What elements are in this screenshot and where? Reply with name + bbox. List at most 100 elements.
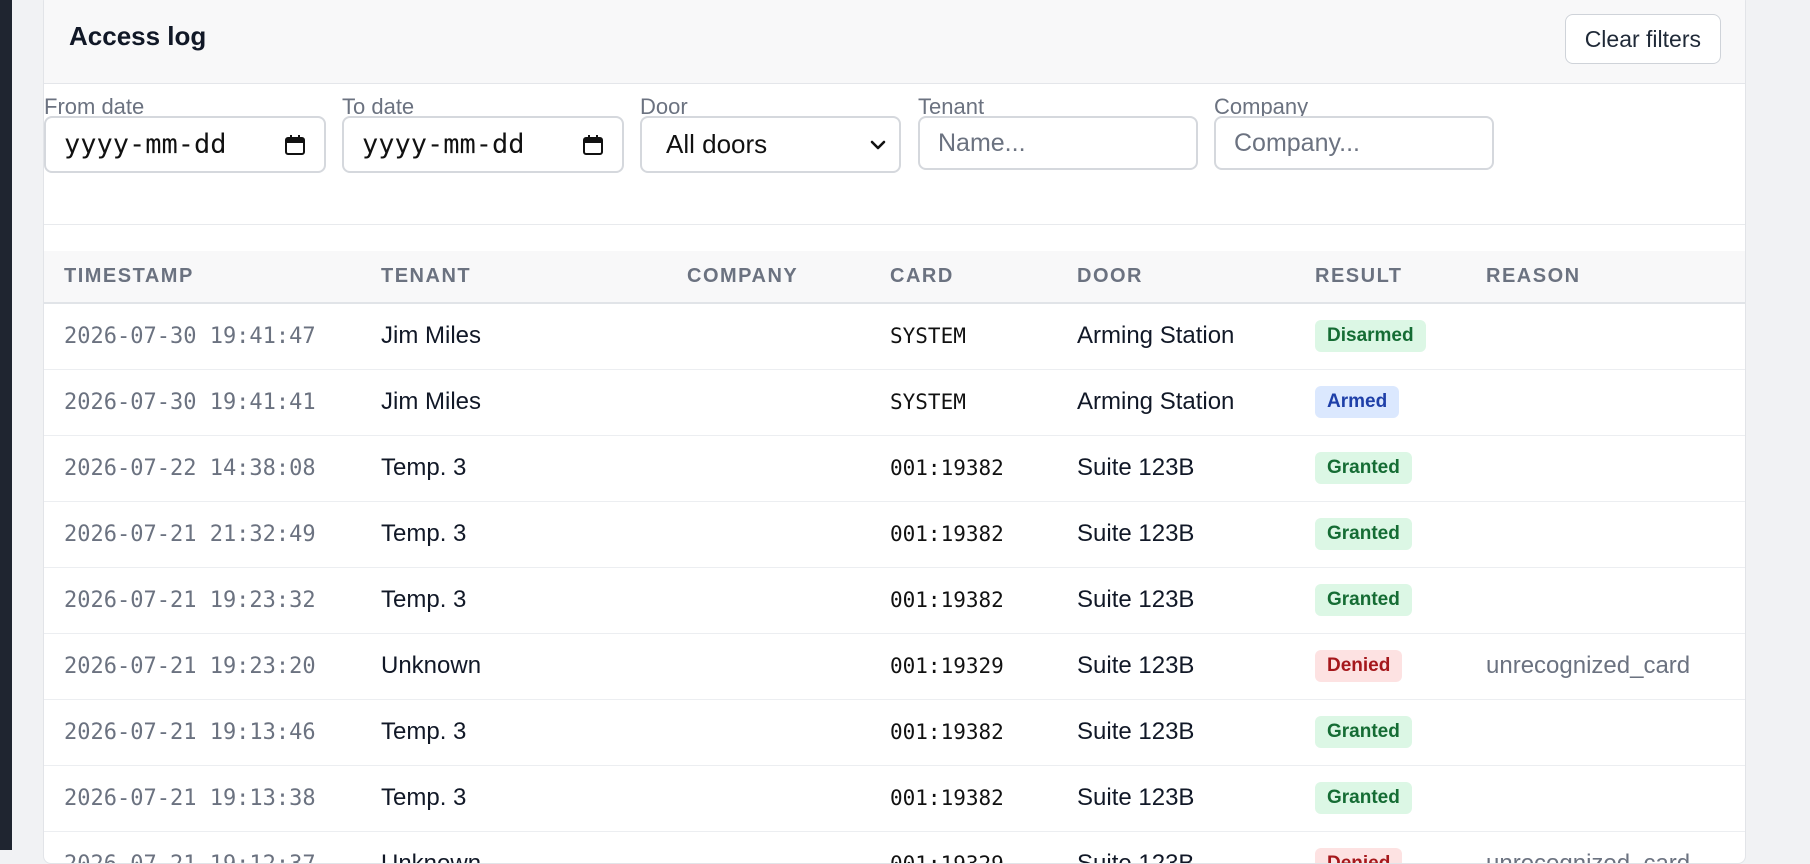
door-cell: Suite 123B [1077,718,1195,745]
page-title: Access log [69,21,207,51]
timestamp-cell: 2026-07-21 19:13:38 [64,785,316,811]
result-cell: Disarmed [1315,303,1486,369]
status-badge: Granted [1315,716,1412,748]
company-cell [687,831,890,863]
calendar-icon[interactable] [582,134,604,156]
company-cell [687,501,890,567]
tenant-cell: Temp. 3 [381,586,467,613]
timestamp-cell: 2026-07-30 19:41:47 [64,323,316,349]
company-cell [687,303,890,369]
column-header-result[interactable]: RESULT [1315,251,1486,303]
status-badge: Armed [1315,386,1400,418]
table-row[interactable]: 2026-07-21 19:23:20 Unknown 001:19329 Su… [44,633,1745,699]
tenant-cell: Temp. 3 [381,718,467,745]
company-cell [687,765,890,831]
tenant-cell: Temp. 3 [381,454,467,481]
door-cell: Arming Station [1077,322,1235,350]
result-cell: Granted [1315,699,1486,765]
result-cell: Denied [1315,633,1486,699]
status-badge: Granted [1315,782,1412,814]
column-header-timestamp[interactable]: TIMESTAMP [44,251,381,303]
access-log-table: TIMESTAMP TENANT COMPANY CARD DOOR RESUL… [44,251,1745,864]
door-cell: Suite 123B [1077,784,1195,811]
timestamp-cell: 2026-07-21 21:32:49 [64,521,316,547]
timestamp-cell: 2026-07-22 14:38:08 [64,455,316,481]
tenant-field[interactable] [918,116,1198,170]
table-row[interactable]: 2026-07-30 19:41:47 Jim Miles SYSTEM Arm… [44,303,1745,369]
card-cell: 001:19329 [890,654,1004,678]
calendar-icon[interactable] [284,134,306,156]
from-date-placeholder: yyyy-mm-dd [64,129,227,160]
column-header-door[interactable]: DOOR [1077,251,1315,303]
status-badge: Granted [1315,452,1412,484]
result-cell: Granted [1315,765,1486,831]
card-cell: SYSTEM [890,390,966,414]
reason-cell [1486,435,1745,501]
column-header-card[interactable]: CARD [890,251,1077,303]
result-cell: Armed [1315,369,1486,435]
status-badge: Disarmed [1315,320,1426,353]
clear-filters-button[interactable]: Clear filters [1564,14,1721,64]
company-field[interactable] [1214,116,1494,170]
company-input[interactable] [1232,127,1476,159]
company-cell [687,369,890,435]
door-cell: Suite 123B [1077,586,1195,613]
access-log-panel: Access log Clear filters From date yyyy-… [43,0,1746,864]
timestamp-cell: 2026-07-30 19:41:41 [64,389,316,415]
reason-cell [1486,699,1745,765]
company-cell [687,633,890,699]
table-row[interactable]: 2026-07-21 19:23:32 Temp. 3 001:19382 Su… [44,567,1745,633]
chevron-down-icon [870,140,886,149]
door-select[interactable]: All doors [640,116,901,173]
to-date-placeholder: yyyy-mm-dd [362,129,525,160]
card-cell: 001:19382 [890,522,1004,546]
table-row[interactable]: 2026-07-21 21:32:49 Temp. 3 001:19382 Su… [44,501,1745,567]
column-header-tenant[interactable]: TENANT [381,251,687,303]
table-row[interactable]: 2026-07-21 19:13:38 Temp. 3 001:19382 Su… [44,765,1745,831]
door-cell: Suite 123B [1077,454,1195,481]
filters-bar: From date yyyy-mm-dd To date yyyy-mm-dd [44,84,1745,202]
table-row[interactable]: 2026-07-21 19:12:37 Unknown 001:19329 Su… [44,831,1745,864]
table-body: 2026-07-30 19:41:47 Jim Miles SYSTEM Arm… [44,303,1745,864]
table-row[interactable]: 2026-07-30 19:41:41 Jim Miles SYSTEM Arm… [44,369,1745,435]
tenant-cell: Unknown [381,850,482,864]
timestamp-cell: 2026-07-21 19:12:37 [64,851,316,864]
door-selected-value: All doors [666,129,768,159]
from-date-input[interactable]: yyyy-mm-dd [44,116,326,173]
door-cell: Suite 123B [1077,520,1195,547]
column-header-reason[interactable]: REASON [1486,251,1745,303]
to-date-input[interactable]: yyyy-mm-dd [342,116,624,173]
timestamp-cell: 2026-07-21 19:23:32 [64,587,316,613]
tenant-cell: Temp. 3 [381,520,467,547]
door-cell: Arming Station [1077,388,1235,415]
company-cell [687,699,890,765]
table-row[interactable]: 2026-07-21 19:13:46 Temp. 3 001:19382 Su… [44,699,1745,765]
card-cell: 001:19382 [890,588,1004,612]
reason-cell: unrecognized_card [1486,850,1691,864]
result-cell: Granted [1315,567,1486,633]
company-cell [687,435,890,501]
door-cell: Suite 123B [1077,850,1195,864]
table-row[interactable]: 2026-07-22 14:38:08 Temp. 3 001:19382 Su… [44,435,1745,501]
card-cell: SYSTEM [890,324,966,349]
tenant-cell: Temp. 3 [381,784,467,811]
status-badge: Granted [1315,584,1412,616]
filters-divider [44,224,1745,225]
status-badge: Denied [1315,650,1403,682]
card-cell: 001:19382 [890,456,1004,480]
status-badge: Granted [1315,518,1412,550]
timestamp-cell: 2026-07-21 19:23:20 [64,653,316,679]
tenant-input[interactable] [936,127,1180,159]
result-cell: Granted [1315,435,1486,501]
status-badge: Denied [1315,848,1403,863]
result-cell: Granted [1315,501,1486,567]
card-cell: 001:19382 [890,786,1004,810]
column-header-company[interactable]: COMPANY [687,251,890,303]
reason-cell: unrecognized_card [1486,652,1691,679]
card-cell: 001:19382 [890,720,1004,744]
reason-cell [1486,369,1745,435]
reason-cell [1486,567,1745,633]
panel-header: Access log Clear filters [44,0,1745,84]
app-sidebar-edge [0,0,12,850]
tenant-cell: Jim Miles [381,388,481,415]
